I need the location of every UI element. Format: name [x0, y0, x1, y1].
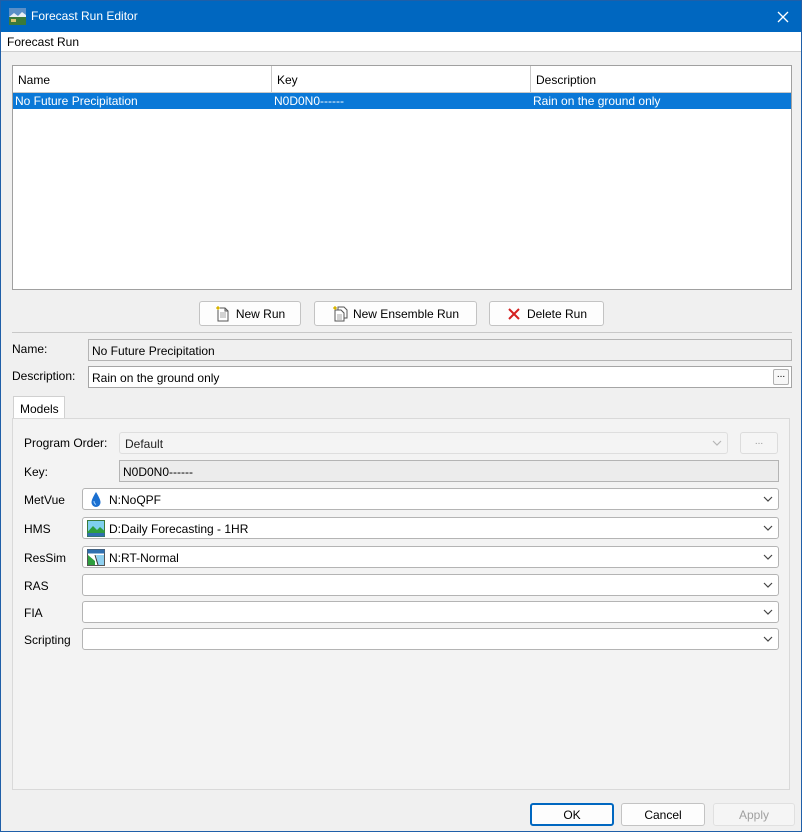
cell-name: No Future Precipitation: [15, 94, 138, 108]
chevron-down-icon: [763, 525, 773, 531]
program-order-label: Program Order:: [24, 436, 108, 450]
title-bar: Forecast Run Editor: [1, 1, 801, 32]
cell-description: Rain on the ground only: [533, 94, 661, 108]
chevron-down-icon: [763, 636, 773, 642]
app-icon: [9, 8, 26, 25]
menu-forecast-run[interactable]: Forecast Run: [7, 35, 79, 49]
description-value: Rain on the ground only: [92, 371, 220, 385]
name-field[interactable]: No Future Precipitation: [88, 339, 792, 361]
water-drop-icon: [91, 492, 101, 507]
new-ensemble-icon: [332, 305, 348, 321]
table-header: Name Key Description: [13, 66, 791, 93]
ok-button[interactable]: OK: [530, 803, 614, 826]
scripting-label: Scripting: [24, 633, 71, 647]
hms-value: D:Daily Forecasting - 1HR: [109, 522, 249, 536]
ressim-label: ResSim: [24, 551, 67, 565]
metvue-select[interactable]: N:NoQPF: [82, 488, 779, 510]
ras-select[interactable]: [82, 574, 779, 596]
chevron-down-icon: [712, 440, 722, 446]
delete-run-button[interactable]: Delete Run: [489, 301, 604, 326]
hms-select[interactable]: D:Daily Forecasting - 1HR: [82, 517, 779, 539]
close-button[interactable]: [765, 1, 801, 32]
ras-label: RAS: [24, 579, 49, 593]
new-run-label: New Run: [235, 306, 286, 321]
delete-x-icon: [508, 307, 520, 320]
window-title: Forecast Run Editor: [31, 9, 138, 23]
chevron-down-icon: [763, 582, 773, 588]
new-run-button[interactable]: New Run: [199, 301, 301, 326]
description-ellipsis-button[interactable]: ...: [773, 369, 789, 385]
reservoir-icon: [87, 549, 105, 566]
name-label: Name:: [12, 342, 48, 356]
divider: [12, 332, 792, 333]
chevron-down-icon: [763, 609, 773, 615]
new-document-icon: [215, 305, 229, 321]
chevron-down-icon: [763, 554, 773, 560]
hms-label: HMS: [24, 522, 51, 536]
column-header-key[interactable]: Key: [272, 66, 531, 93]
metvue-label: MetVue: [24, 493, 65, 507]
key-field[interactable]: N0D0N0------: [119, 460, 779, 482]
description-field[interactable]: Rain on the ground only ...: [88, 366, 792, 388]
scripting-select[interactable]: [82, 628, 779, 650]
ressim-select[interactable]: N:RT-Normal: [82, 546, 779, 568]
metvue-value: N:NoQPF: [109, 493, 162, 507]
tab-models[interactable]: Models: [13, 396, 65, 419]
new-ensemble-run-label: New Ensemble Run: [352, 306, 460, 321]
program-order-select[interactable]: Default: [119, 432, 728, 454]
fia-select[interactable]: [82, 601, 779, 623]
delete-run-label: Delete Run: [526, 306, 588, 321]
cell-key: N0D0N0------: [274, 94, 344, 108]
program-order-value: Default: [125, 437, 164, 451]
key-label: Key:: [24, 465, 49, 479]
landscape-icon: [87, 520, 105, 537]
apply-button[interactable]: Apply: [713, 803, 795, 826]
menu-bar: Forecast Run: [1, 32, 801, 52]
table-row[interactable]: No Future Precipitation N0D0N0------ Rai…: [13, 93, 791, 109]
ressim-value: N:RT-Normal: [109, 551, 179, 565]
new-ensemble-run-button[interactable]: New Ensemble Run: [314, 301, 477, 326]
cancel-button[interactable]: Cancel: [621, 803, 705, 826]
forecast-runs-table: Name Key Description No Future Precipita…: [12, 65, 792, 290]
fia-label: FIA: [24, 606, 43, 620]
column-header-description[interactable]: Description: [531, 66, 791, 93]
chevron-down-icon: [763, 496, 773, 502]
column-header-name[interactable]: Name: [13, 66, 272, 93]
description-label: Description:: [12, 369, 76, 383]
close-icon: [777, 11, 789, 22]
forecast-run-editor-window: Forecast Run Editor Forecast Run Name Ke…: [0, 0, 802, 832]
program-order-button[interactable]: ...: [740, 432, 778, 454]
